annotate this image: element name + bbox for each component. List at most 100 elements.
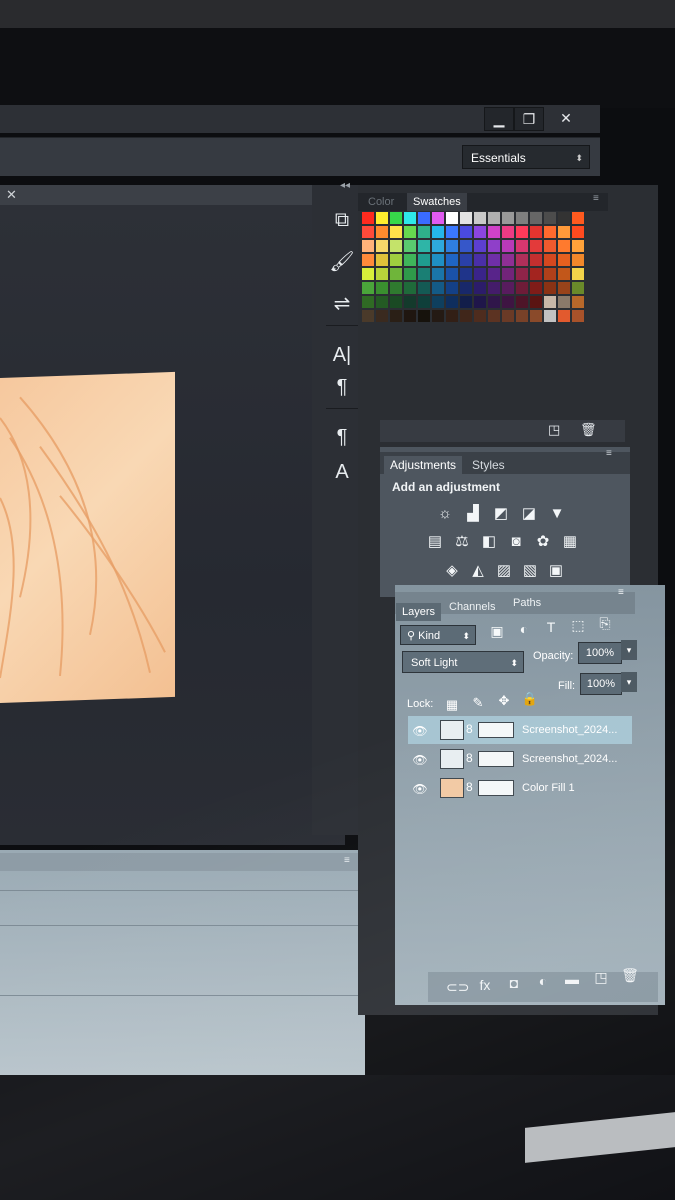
swatch[interactable] bbox=[376, 268, 388, 280]
swatch[interactable] bbox=[446, 282, 458, 294]
layer-row[interactable]: 👁 8 Screenshot_2024... bbox=[408, 716, 632, 744]
lock-all-icon[interactable]: 🔒 bbox=[521, 690, 539, 708]
paragraph-icon[interactable]: ¶ bbox=[322, 370, 362, 404]
swatch[interactable] bbox=[474, 254, 486, 266]
swatch[interactable] bbox=[474, 296, 486, 308]
document-image[interactable] bbox=[0, 371, 175, 703]
swatch[interactable] bbox=[516, 296, 528, 308]
swatch[interactable] bbox=[488, 226, 500, 238]
swatch[interactable] bbox=[418, 268, 430, 280]
swatch[interactable] bbox=[390, 212, 402, 224]
fill-input[interactable]: 100% bbox=[580, 673, 622, 695]
chain-link-icon[interactable]: 8 bbox=[466, 780, 473, 794]
kind-filter-select[interactable]: ⚲ Kind ⬍ bbox=[400, 625, 476, 645]
swatch[interactable] bbox=[432, 240, 444, 252]
swatch[interactable] bbox=[362, 282, 374, 294]
swatch[interactable] bbox=[446, 310, 458, 322]
adjustment-filter-icon[interactable]: ◐ bbox=[515, 620, 533, 638]
swatch[interactable] bbox=[432, 282, 444, 294]
swatch[interactable] bbox=[474, 268, 486, 280]
swatch[interactable] bbox=[502, 296, 514, 308]
workspace-select[interactable]: Essentials ⬍ bbox=[462, 145, 590, 169]
swatch[interactable] bbox=[544, 240, 556, 252]
new-swatch-icon[interactable]: ◳ bbox=[548, 422, 560, 438]
character-styles-icon[interactable]: A bbox=[322, 455, 362, 489]
swatch[interactable] bbox=[516, 254, 528, 266]
swatch[interactable] bbox=[530, 282, 542, 294]
chain-link-icon[interactable]: 8 bbox=[466, 722, 473, 736]
swatch[interactable] bbox=[460, 254, 472, 266]
swatch[interactable] bbox=[404, 212, 416, 224]
curves-icon[interactable]: ◩ bbox=[490, 505, 512, 523]
swatch[interactable] bbox=[390, 296, 402, 308]
gradient-map-icon[interactable]: ▧ bbox=[519, 562, 541, 580]
color-balance-icon[interactable]: ⚖ bbox=[451, 533, 473, 551]
lock-image-icon[interactable]: ✎ bbox=[469, 694, 487, 712]
opacity-input[interactable]: 100% bbox=[578, 642, 622, 664]
swatch[interactable] bbox=[544, 212, 556, 224]
swatch[interactable] bbox=[488, 240, 500, 252]
swatch[interactable] bbox=[572, 240, 584, 252]
swatch[interactable] bbox=[404, 226, 416, 238]
fx-icon[interactable]: fx bbox=[475, 975, 495, 995]
swatch[interactable] bbox=[530, 212, 542, 224]
swatch[interactable] bbox=[502, 282, 514, 294]
tab-color[interactable]: Color bbox=[362, 193, 400, 211]
swatch[interactable] bbox=[446, 268, 458, 280]
swatch[interactable] bbox=[558, 296, 570, 308]
swatch[interactable] bbox=[572, 282, 584, 294]
new-adjustment-icon[interactable]: ◐ bbox=[533, 971, 553, 991]
swatch[interactable] bbox=[558, 254, 570, 266]
minimize-icon[interactable]: ▁ bbox=[484, 107, 514, 131]
swatch[interactable] bbox=[376, 282, 388, 294]
smart-object-filter-icon[interactable]: ⎘ bbox=[596, 614, 614, 632]
swatch[interactable] bbox=[404, 268, 416, 280]
levels-icon[interactable]: ▟ bbox=[462, 505, 484, 523]
swatch[interactable] bbox=[572, 226, 584, 238]
swatch[interactable] bbox=[474, 310, 486, 322]
swatch[interactable] bbox=[544, 254, 556, 266]
history-icon[interactable]: ⧉ bbox=[322, 203, 362, 237]
swatch[interactable] bbox=[432, 268, 444, 280]
swatch[interactable] bbox=[558, 310, 570, 322]
swatch[interactable] bbox=[362, 212, 374, 224]
bottom-panel[interactable] bbox=[0, 850, 365, 1080]
photo-filter-icon[interactable]: ◙ bbox=[505, 533, 527, 551]
fill-dropdown-icon[interactable]: ▾ bbox=[621, 672, 637, 692]
swatch[interactable] bbox=[432, 296, 444, 308]
lock-transparent-icon[interactable]: ▦ bbox=[443, 696, 461, 714]
swatch[interactable] bbox=[390, 254, 402, 266]
swatch[interactable] bbox=[446, 212, 458, 224]
swatch[interactable] bbox=[558, 282, 570, 294]
panel-menu-icon[interactable]: ≡ bbox=[606, 448, 612, 459]
swatch[interactable] bbox=[474, 226, 486, 238]
swatch[interactable] bbox=[530, 240, 542, 252]
swatch[interactable] bbox=[404, 240, 416, 252]
swatch[interactable] bbox=[474, 212, 486, 224]
black-white-icon[interactable]: ◧ bbox=[478, 533, 500, 551]
swatch[interactable] bbox=[390, 226, 402, 238]
swatch[interactable] bbox=[404, 310, 416, 322]
swatch[interactable] bbox=[418, 254, 430, 266]
type-filter-icon[interactable]: T bbox=[542, 618, 560, 636]
swatch[interactable] bbox=[362, 254, 374, 266]
swatch[interactable] bbox=[530, 268, 542, 280]
swatch[interactable] bbox=[376, 254, 388, 266]
swatch[interactable] bbox=[474, 240, 486, 252]
swatch[interactable] bbox=[446, 296, 458, 308]
opacity-dropdown-icon[interactable]: ▾ bbox=[621, 640, 637, 660]
swatch[interactable] bbox=[544, 282, 556, 294]
swatch[interactable] bbox=[516, 282, 528, 294]
swatch[interactable] bbox=[530, 310, 542, 322]
swatch[interactable] bbox=[530, 254, 542, 266]
vibrance-icon[interactable]: ▼ bbox=[546, 505, 568, 523]
eye-icon[interactable]: 👁 bbox=[412, 781, 428, 797]
color-lookup-icon[interactable]: ▦ bbox=[559, 533, 581, 551]
swatch[interactable] bbox=[418, 310, 430, 322]
swatch[interactable] bbox=[390, 282, 402, 294]
swatch[interactable] bbox=[516, 310, 528, 322]
swatch[interactable] bbox=[572, 212, 584, 224]
collapse-panels-icon[interactable]: ◂◂ bbox=[340, 180, 350, 191]
new-group-icon[interactable]: ▬ bbox=[562, 969, 582, 989]
invert-icon[interactable]: ◈ bbox=[441, 562, 463, 580]
